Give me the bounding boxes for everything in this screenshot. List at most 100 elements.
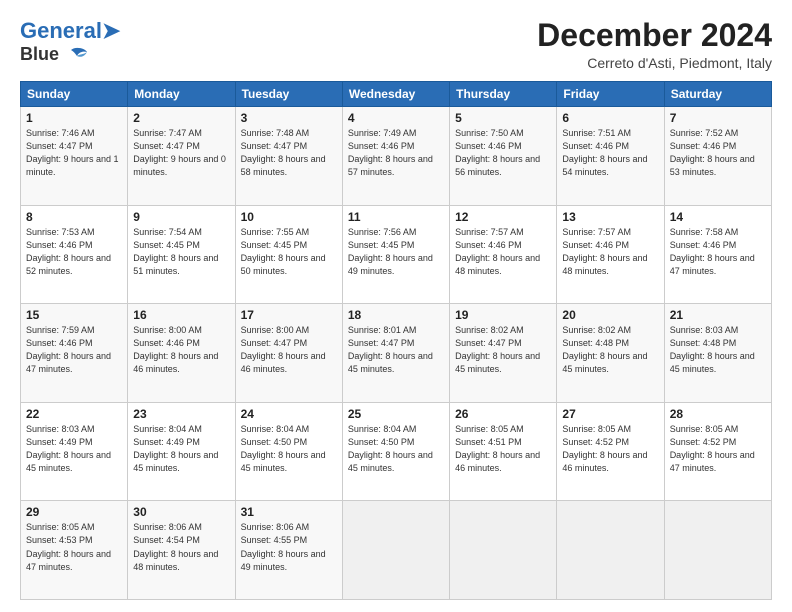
- page: General➤ Blue December 2024 Cerreto d'As…: [0, 0, 792, 612]
- day-number: 23: [133, 407, 229, 421]
- day-detail: Sunrise: 8:03 AM Sunset: 4:48 PM Dayligh…: [670, 324, 766, 376]
- day-detail: Sunrise: 7:55 AM Sunset: 4:45 PM Dayligh…: [241, 226, 337, 278]
- day-detail: Sunrise: 8:04 AM Sunset: 4:50 PM Dayligh…: [348, 423, 444, 475]
- day-detail: Sunrise: 7:58 AM Sunset: 4:46 PM Dayligh…: [670, 226, 766, 278]
- calendar-header-row: SundayMondayTuesdayWednesdayThursdayFrid…: [21, 82, 772, 107]
- calendar-day-cell: 24 Sunrise: 8:04 AM Sunset: 4:50 PM Dayl…: [235, 402, 342, 501]
- day-detail: Sunrise: 8:04 AM Sunset: 4:49 PM Dayligh…: [133, 423, 229, 475]
- title-block: December 2024 Cerreto d'Asti, Piedmont, …: [537, 18, 772, 71]
- day-detail: Sunrise: 8:05 AM Sunset: 4:52 PM Dayligh…: [562, 423, 658, 475]
- calendar-day-cell: 26 Sunrise: 8:05 AM Sunset: 4:51 PM Dayl…: [450, 402, 557, 501]
- calendar-day-cell: [450, 501, 557, 600]
- day-number: 26: [455, 407, 551, 421]
- day-detail: Sunrise: 7:57 AM Sunset: 4:46 PM Dayligh…: [455, 226, 551, 278]
- day-number: 16: [133, 308, 229, 322]
- calendar-day-cell: 31 Sunrise: 8:06 AM Sunset: 4:55 PM Dayl…: [235, 501, 342, 600]
- calendar-day-cell: 3 Sunrise: 7:48 AM Sunset: 4:47 PM Dayli…: [235, 107, 342, 206]
- calendar-day-cell: 12 Sunrise: 7:57 AM Sunset: 4:46 PM Dayl…: [450, 205, 557, 304]
- day-number: 27: [562, 407, 658, 421]
- day-number: 30: [133, 505, 229, 519]
- day-detail: Sunrise: 8:00 AM Sunset: 4:46 PM Dayligh…: [133, 324, 229, 376]
- day-detail: Sunrise: 8:05 AM Sunset: 4:52 PM Dayligh…: [670, 423, 766, 475]
- day-number: 18: [348, 308, 444, 322]
- calendar-week-row: 29 Sunrise: 8:05 AM Sunset: 4:53 PM Dayl…: [21, 501, 772, 600]
- day-detail: Sunrise: 7:56 AM Sunset: 4:45 PM Dayligh…: [348, 226, 444, 278]
- day-number: 12: [455, 210, 551, 224]
- day-detail: Sunrise: 7:50 AM Sunset: 4:46 PM Dayligh…: [455, 127, 551, 179]
- calendar-day-cell: 8 Sunrise: 7:53 AM Sunset: 4:46 PM Dayli…: [21, 205, 128, 304]
- calendar-day-cell: 11 Sunrise: 7:56 AM Sunset: 4:45 PM Dayl…: [342, 205, 449, 304]
- calendar-day-cell: 30 Sunrise: 8:06 AM Sunset: 4:54 PM Dayl…: [128, 501, 235, 600]
- day-number: 25: [348, 407, 444, 421]
- day-number: 3: [241, 111, 337, 125]
- day-detail: Sunrise: 8:05 AM Sunset: 4:53 PM Dayligh…: [26, 521, 122, 573]
- calendar-day-header: Sunday: [21, 82, 128, 107]
- day-number: 10: [241, 210, 337, 224]
- calendar-day-cell: 4 Sunrise: 7:49 AM Sunset: 4:46 PM Dayli…: [342, 107, 449, 206]
- day-detail: Sunrise: 7:51 AM Sunset: 4:46 PM Dayligh…: [562, 127, 658, 179]
- day-number: 24: [241, 407, 337, 421]
- day-number: 21: [670, 308, 766, 322]
- day-detail: Sunrise: 7:53 AM Sunset: 4:46 PM Dayligh…: [26, 226, 122, 278]
- calendar-day-cell: 22 Sunrise: 8:03 AM Sunset: 4:49 PM Dayl…: [21, 402, 128, 501]
- day-detail: Sunrise: 7:59 AM Sunset: 4:46 PM Dayligh…: [26, 324, 122, 376]
- calendar-day-cell: 2 Sunrise: 7:47 AM Sunset: 4:47 PM Dayli…: [128, 107, 235, 206]
- calendar-week-row: 15 Sunrise: 7:59 AM Sunset: 4:46 PM Dayl…: [21, 304, 772, 403]
- calendar-day-cell: 9 Sunrise: 7:54 AM Sunset: 4:45 PM Dayli…: [128, 205, 235, 304]
- calendar-day-cell: 15 Sunrise: 7:59 AM Sunset: 4:46 PM Dayl…: [21, 304, 128, 403]
- day-detail: Sunrise: 7:49 AM Sunset: 4:46 PM Dayligh…: [348, 127, 444, 179]
- calendar-day-cell: 17 Sunrise: 8:00 AM Sunset: 4:47 PM Dayl…: [235, 304, 342, 403]
- day-number: 19: [455, 308, 551, 322]
- day-number: 15: [26, 308, 122, 322]
- calendar-day-cell: 7 Sunrise: 7:52 AM Sunset: 4:46 PM Dayli…: [664, 107, 771, 206]
- calendar-day-cell: [342, 501, 449, 600]
- day-number: 5: [455, 111, 551, 125]
- day-detail: Sunrise: 8:00 AM Sunset: 4:47 PM Dayligh…: [241, 324, 337, 376]
- day-number: 7: [670, 111, 766, 125]
- calendar-day-cell: 14 Sunrise: 7:58 AM Sunset: 4:46 PM Dayl…: [664, 205, 771, 304]
- calendar-day-cell: 20 Sunrise: 8:02 AM Sunset: 4:48 PM Dayl…: [557, 304, 664, 403]
- calendar-day-header: Saturday: [664, 82, 771, 107]
- day-number: 14: [670, 210, 766, 224]
- day-number: 6: [562, 111, 658, 125]
- day-number: 11: [348, 210, 444, 224]
- calendar-day-cell: 13 Sunrise: 7:57 AM Sunset: 4:46 PM Dayl…: [557, 205, 664, 304]
- day-detail: Sunrise: 8:03 AM Sunset: 4:49 PM Dayligh…: [26, 423, 122, 475]
- day-detail: Sunrise: 7:47 AM Sunset: 4:47 PM Dayligh…: [133, 127, 229, 179]
- calendar-day-cell: 21 Sunrise: 8:03 AM Sunset: 4:48 PM Dayl…: [664, 304, 771, 403]
- day-detail: Sunrise: 8:06 AM Sunset: 4:54 PM Dayligh…: [133, 521, 229, 573]
- day-detail: Sunrise: 7:54 AM Sunset: 4:45 PM Dayligh…: [133, 226, 229, 278]
- day-detail: Sunrise: 7:48 AM Sunset: 4:47 PM Dayligh…: [241, 127, 337, 179]
- day-detail: Sunrise: 8:02 AM Sunset: 4:48 PM Dayligh…: [562, 324, 658, 376]
- day-number: 9: [133, 210, 229, 224]
- day-detail: Sunrise: 8:06 AM Sunset: 4:55 PM Dayligh…: [241, 521, 337, 573]
- calendar-day-cell: 16 Sunrise: 8:00 AM Sunset: 4:46 PM Dayl…: [128, 304, 235, 403]
- day-number: 1: [26, 111, 122, 125]
- day-number: 20: [562, 308, 658, 322]
- calendar-day-cell: 1 Sunrise: 7:46 AM Sunset: 4:47 PM Dayli…: [21, 107, 128, 206]
- calendar-day-header: Monday: [128, 82, 235, 107]
- day-number: 17: [241, 308, 337, 322]
- calendar-day-cell: 6 Sunrise: 7:51 AM Sunset: 4:46 PM Dayli…: [557, 107, 664, 206]
- day-detail: Sunrise: 7:46 AM Sunset: 4:47 PM Dayligh…: [26, 127, 122, 179]
- calendar-day-header: Thursday: [450, 82, 557, 107]
- day-number: 4: [348, 111, 444, 125]
- calendar-day-cell: [557, 501, 664, 600]
- calendar-day-cell: 19 Sunrise: 8:02 AM Sunset: 4:47 PM Dayl…: [450, 304, 557, 403]
- calendar-day-cell: [664, 501, 771, 600]
- calendar-day-cell: 29 Sunrise: 8:05 AM Sunset: 4:53 PM Dayl…: [21, 501, 128, 600]
- day-number: 13: [562, 210, 658, 224]
- header: General➤ Blue December 2024 Cerreto d'As…: [20, 18, 772, 71]
- logo: General➤ Blue: [20, 18, 120, 65]
- main-title: December 2024: [537, 18, 772, 53]
- calendar-day-header: Tuesday: [235, 82, 342, 107]
- day-number: 22: [26, 407, 122, 421]
- calendar-day-cell: 27 Sunrise: 8:05 AM Sunset: 4:52 PM Dayl…: [557, 402, 664, 501]
- sub-title: Cerreto d'Asti, Piedmont, Italy: [537, 55, 772, 71]
- day-number: 2: [133, 111, 229, 125]
- calendar-day-cell: 25 Sunrise: 8:04 AM Sunset: 4:50 PM Dayl…: [342, 402, 449, 501]
- day-detail: Sunrise: 7:52 AM Sunset: 4:46 PM Dayligh…: [670, 127, 766, 179]
- calendar-day-cell: 18 Sunrise: 8:01 AM Sunset: 4:47 PM Dayl…: [342, 304, 449, 403]
- day-number: 31: [241, 505, 337, 519]
- day-number: 8: [26, 210, 122, 224]
